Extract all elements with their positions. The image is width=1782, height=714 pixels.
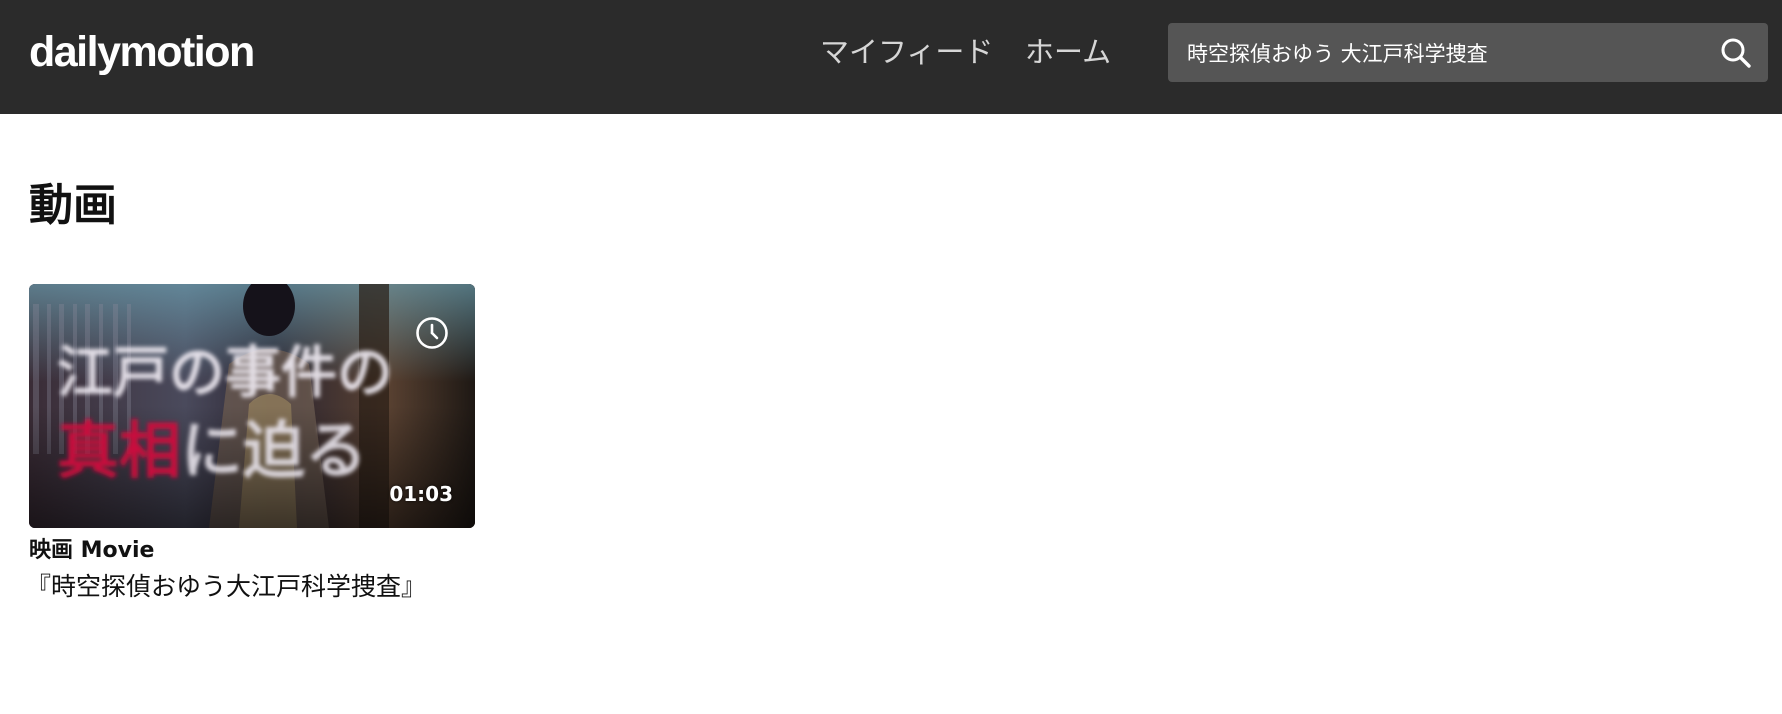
nav-home-link[interactable]: ホーム: [1025, 32, 1111, 72]
video-duration: 01:03: [389, 482, 453, 506]
video-card[interactable]: 江戸の事件の 真相に迫る 01:03 映画 Movie 『時空探偵おゆう大江戸科…: [26, 284, 475, 604]
thumbnail-caption-red: 真相: [57, 414, 181, 487]
thumbnail-caption-line1: 江戸の事件の: [57, 341, 393, 406]
dailymotion-logo[interactable]: dailymotion: [29, 26, 255, 78]
search-button[interactable]: [1718, 35, 1754, 71]
top-header: dailymotion マイフィード ホーム: [0, 0, 1782, 114]
search-input[interactable]: [1187, 23, 1687, 82]
nav-my-feed-link[interactable]: マイフィード: [820, 32, 993, 72]
video-title[interactable]: 『時空探偵おゆう大江戸科学捜査』: [26, 570, 475, 604]
video-channel-name[interactable]: 映画 Movie: [29, 536, 475, 566]
search-icon: [1721, 38, 1751, 68]
clock-icon: [416, 317, 448, 349]
thumbnail-caption-white: に迫る: [181, 414, 367, 487]
video-thumbnail[interactable]: 江戸の事件の 真相に迫る 01:03: [29, 284, 475, 528]
svg-text:真相に迫る: 真相に迫る: [57, 414, 367, 487]
section-title-videos: 動画: [29, 180, 117, 231]
search-box: [1168, 23, 1768, 82]
watch-later-button[interactable]: [415, 316, 449, 350]
